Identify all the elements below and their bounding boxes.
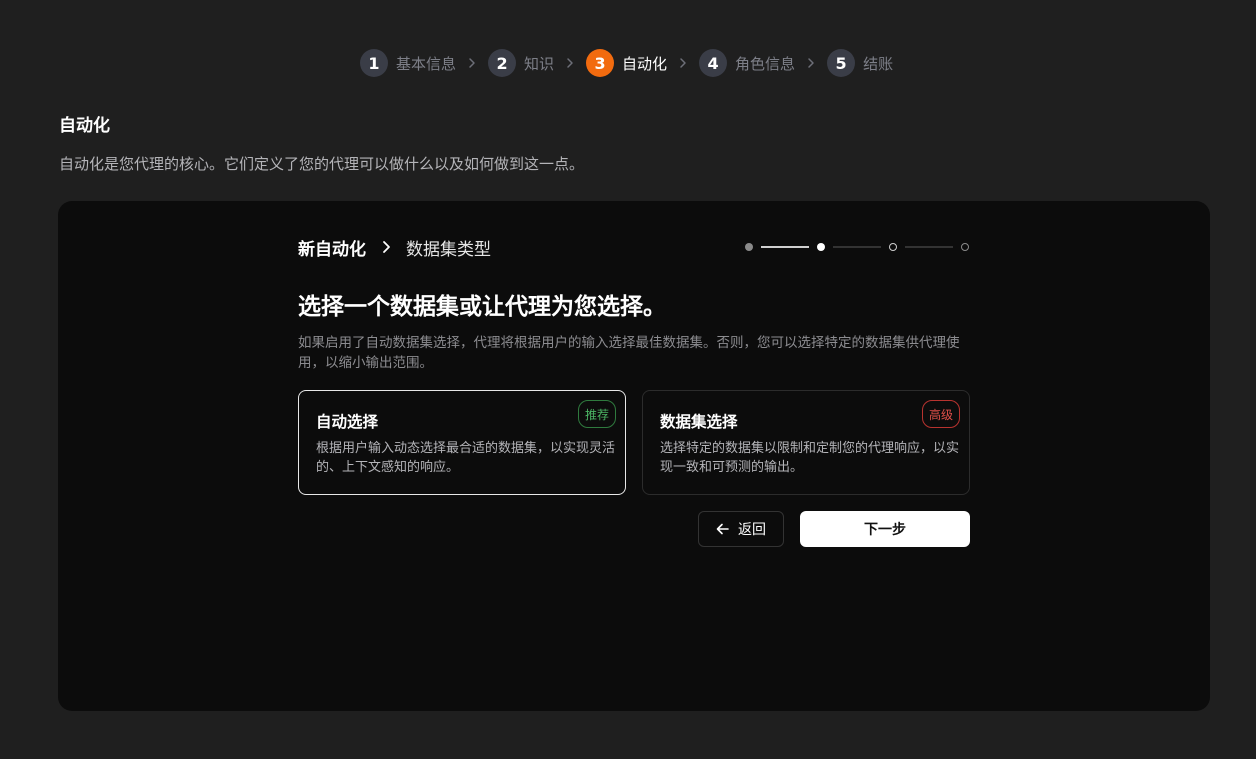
step-number: 2 bbox=[488, 49, 517, 77]
next-button[interactable]: 下一步 bbox=[800, 511, 970, 547]
step-label: 基本信息 bbox=[396, 54, 457, 73]
step-label: 知识 bbox=[524, 54, 555, 73]
progress-dot-1 bbox=[745, 243, 753, 251]
back-button-label: 返回 bbox=[738, 522, 766, 538]
stepper: 1 基本信息 2 知识 3 自动化 4 角色信息 5 结账 bbox=[360, 49, 893, 77]
progress-indicator bbox=[745, 242, 970, 252]
progress-segment bbox=[905, 246, 953, 248]
step-number: 4 bbox=[699, 49, 728, 77]
step-number: 3 bbox=[586, 49, 615, 77]
step-basic-info[interactable]: 1 基本信息 bbox=[360, 49, 456, 77]
progress-dot-3 bbox=[889, 243, 897, 251]
option-auto-select[interactable]: 自动选择 推荐 根据用户输入动态选择最合适的数据集，以实现灵活的、上下文感知的响… bbox=[298, 390, 626, 495]
advanced-badge: 高级 bbox=[921, 400, 960, 428]
recommended-badge: 推荐 bbox=[577, 400, 616, 428]
breadcrumb-root[interactable]: 新自动化 bbox=[298, 235, 366, 260]
breadcrumb-current: 数据集类型 bbox=[406, 239, 491, 260]
chevron-right-icon bbox=[366, 240, 406, 254]
step-automation[interactable]: 3 自动化 bbox=[586, 49, 667, 77]
chevron-right-icon bbox=[795, 57, 827, 69]
wizard-content: 新自动化 数据集类型 选择一个数据集或让代理为您选择。 如果启用了自动数据集选择… bbox=[298, 201, 970, 711]
automation-panel: 新自动化 数据集类型 选择一个数据集或让代理为您选择。 如果启用了自动数据集选择… bbox=[58, 201, 1210, 711]
breadcrumb: 新自动化 数据集类型 bbox=[298, 235, 491, 260]
step-persona-info[interactable]: 4 角色信息 bbox=[699, 49, 795, 77]
step-checkout[interactable]: 5 结账 bbox=[827, 49, 893, 77]
progress-dot-2 bbox=[817, 243, 825, 251]
step-label: 自动化 bbox=[622, 54, 668, 73]
progress-segment bbox=[761, 246, 809, 248]
progress-dot-4 bbox=[961, 243, 969, 251]
step-knowledge[interactable]: 2 知识 bbox=[488, 49, 554, 77]
step-number: 5 bbox=[827, 49, 856, 77]
option-title: 数据集选择 bbox=[660, 413, 738, 431]
step-label: 角色信息 bbox=[735, 54, 796, 73]
option-title: 自动选择 bbox=[316, 413, 379, 431]
question-heading: 选择一个数据集或让代理为您选择。 bbox=[298, 294, 666, 320]
chevron-right-icon bbox=[554, 57, 586, 69]
chevron-right-icon bbox=[456, 57, 488, 69]
option-description: 根据用户输入动态选择最合适的数据集，以实现灵活的、上下文感知的响应。 bbox=[316, 441, 616, 475]
progress-segment bbox=[833, 246, 881, 248]
section-title: 自动化 bbox=[59, 116, 110, 136]
back-button[interactable]: 返回 bbox=[698, 511, 784, 547]
option-description: 选择特定的数据集以限制和定制您的代理响应，以实现一致和可预测的输出。 bbox=[660, 441, 960, 475]
arrow-left-icon bbox=[716, 523, 729, 535]
chevron-right-icon bbox=[667, 57, 699, 69]
question-explanation: 如果启用了自动数据集选择，代理将根据用户的输入选择最佳数据集。否则，您可以选择特… bbox=[298, 335, 960, 371]
step-number: 1 bbox=[360, 49, 388, 77]
section-description: 自动化是您代理的核心。它们定义了您的代理可以做什么以及如何做到这一点。 bbox=[59, 155, 585, 173]
next-button-label: 下一步 bbox=[864, 522, 906, 538]
step-label: 结账 bbox=[863, 54, 894, 73]
option-dataset-select[interactable]: 数据集选择 高级 选择特定的数据集以限制和定制您的代理响应，以实现一致和可预测的… bbox=[642, 390, 970, 495]
